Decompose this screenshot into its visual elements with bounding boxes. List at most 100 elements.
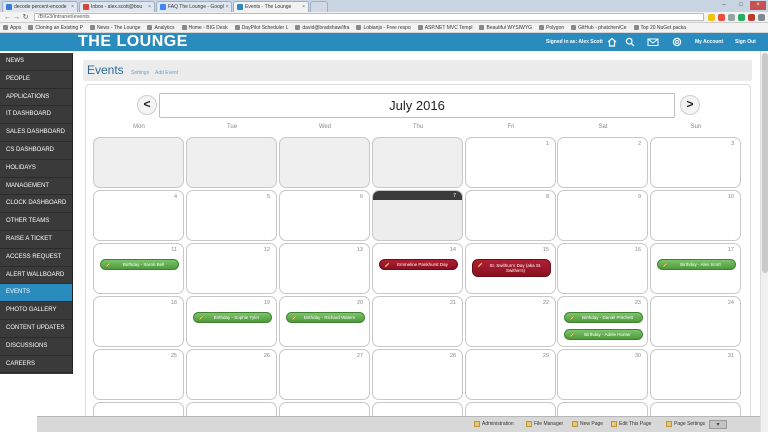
calendar-event[interactable]: Emmeline Pankhurst Day xyxy=(379,259,458,270)
admin-page-settings-button[interactable]: Page Settings xyxy=(666,421,705,427)
calendar-day[interactable]: 26 xyxy=(186,349,277,400)
calendar-event[interactable]: Birthday - Daniel Pritchett xyxy=(564,312,643,323)
calendar-day[interactable]: 14 Emmeline Pankhurst Day xyxy=(372,243,463,294)
sidebar-item-events[interactable]: EVENTS xyxy=(0,284,72,303)
calendar-day[interactable]: 10 xyxy=(650,190,741,241)
bookmark-item[interactable]: GitHub - phatchen/Ce xyxy=(571,25,627,31)
browser-tab[interactable]: Inbox - alex.scott@bou × xyxy=(79,1,155,12)
reload-icon[interactable]: ↻ xyxy=(21,13,30,21)
admin-file-manager-button[interactable]: File Manager xyxy=(526,421,563,427)
calendar-day[interactable]: 19 Birthday - Sophie Tyler xyxy=(186,296,277,347)
minimize-icon[interactable]: – xyxy=(716,1,732,10)
scrollbar-thumb[interactable] xyxy=(762,53,768,273)
calendar-day[interactable]: 12 xyxy=(186,243,277,294)
calendar-day[interactable]: 15 St. Swithun's Day (aka St. Swithin's) xyxy=(465,243,556,294)
calendar-day[interactable]: 1 xyxy=(465,137,556,188)
sidebar-item-it-dashboard[interactable]: IT DASHBOARD xyxy=(0,106,72,125)
my-account-link[interactable]: My Account xyxy=(695,33,723,51)
calendar-day[interactable]: 31 xyxy=(650,349,741,400)
calendar-day[interactable]: 27 xyxy=(279,349,370,400)
page-scrollbar[interactable] xyxy=(760,51,768,432)
sidebar-item-people[interactable]: PEOPLE xyxy=(0,71,72,89)
calendar-day[interactable]: 30 xyxy=(557,349,648,400)
calendar-event[interactable]: Birthday - Sophie Tyler xyxy=(193,312,272,323)
sidebar-item-content-updates[interactable]: CONTENT UPDATES xyxy=(0,320,72,338)
bookmark-item[interactable]: Top 20 NuGet packa xyxy=(633,25,686,31)
extension-icon[interactable] xyxy=(748,13,755,21)
calendar-day[interactable] xyxy=(372,137,463,188)
sidebar-item-discussions[interactable]: DISCUSSIONS xyxy=(0,338,72,356)
calendar-event[interactable]: Birthday - Richard Waters xyxy=(286,312,365,323)
sidebar-item-holidays[interactable]: HOLIDAYS xyxy=(0,160,72,178)
search-icon[interactable] xyxy=(625,37,635,47)
help-lifebuoy-icon[interactable] xyxy=(672,37,682,47)
toolbar-collapse-button[interactable]: ▾ xyxy=(709,420,727,429)
calendar-day[interactable]: 11 Birthday - Sarah Bell xyxy=(93,243,184,294)
bookmark-item[interactable]: News - The Lounge xyxy=(89,25,140,31)
calendar-event[interactable]: St. Swithun's Day (aka St. Swithin's) xyxy=(472,259,551,277)
maximize-icon[interactable]: □ xyxy=(733,1,749,10)
calendar-day[interactable]: 9 xyxy=(557,190,648,241)
calendar-day[interactable]: 6 xyxy=(279,190,370,241)
sidebar-item-sales-dashboard[interactable]: SALES DASHBOARD xyxy=(0,124,72,142)
calendar-event[interactable]: Birthday - Adele Hunter xyxy=(564,329,643,340)
sidebar-item-clock-dashboard[interactable]: CLOCK DASHBOARD xyxy=(0,195,72,214)
calendar-day[interactable]: 2 xyxy=(557,137,648,188)
calendar-day[interactable]: 29 xyxy=(465,349,556,400)
sidebar-item-news[interactable]: NEWS xyxy=(0,53,72,71)
browser-tab-active[interactable]: Events - The Lounge × xyxy=(233,1,309,12)
browser-tab[interactable]: decode percent-encode × xyxy=(2,1,78,12)
extension-icon[interactable] xyxy=(738,13,745,21)
calendar-day[interactable]: 17 Birthday - Alex Scott xyxy=(650,243,741,294)
calendar-day[interactable]: 13 xyxy=(279,243,370,294)
calendar-event[interactable]: Birthday - Alex Scott xyxy=(657,259,736,270)
calendar-day[interactable]: 22 xyxy=(465,296,556,347)
bookmark-item[interactable]: david@bradshaw/ifra xyxy=(295,25,349,31)
sidebar-item-careers[interactable]: CAREERS xyxy=(0,356,72,374)
sidebar-item-access-request[interactable]: ACCESS REQUEST xyxy=(0,249,72,267)
next-month-button[interactable]: > xyxy=(680,95,700,115)
close-window-icon[interactable]: × xyxy=(750,1,766,10)
home-icon[interactable] xyxy=(607,37,617,47)
calendar-day[interactable]: 20 Birthday - Richard Waters xyxy=(279,296,370,347)
bookmark-item[interactable]: Apps xyxy=(3,25,21,31)
calendar-day[interactable] xyxy=(186,137,277,188)
calendar-day[interactable]: 23 Birthday - Daniel Pritchett Birthday - … xyxy=(557,296,648,347)
browser-tab[interactable]: FAQ The Lounge - Googl × xyxy=(156,1,232,12)
sign-out-link[interactable]: Sign Out xyxy=(735,33,756,51)
forward-arrow-icon[interactable]: → xyxy=(12,14,21,21)
sidebar-item-photo-gallery[interactable]: PHOTO GALLERY xyxy=(0,302,72,320)
mail-icon[interactable] xyxy=(647,37,659,47)
close-tab-icon[interactable]: × xyxy=(224,4,229,10)
admin-new-page-button[interactable]: New Page xyxy=(572,421,603,427)
calendar-day[interactable]: 18 xyxy=(93,296,184,347)
add-event-link[interactable]: Add Event xyxy=(155,70,178,76)
bookmark-item[interactable]: Analytics xyxy=(147,25,175,31)
bookmark-item[interactable]: Beautiful WYSIWYG xyxy=(479,25,532,31)
calendar-day[interactable]: 8 xyxy=(465,190,556,241)
calendar-day[interactable] xyxy=(279,137,370,188)
sidebar-item-cs-dashboard[interactable]: CS DASHBOARD xyxy=(0,142,72,160)
bookmark-item[interactable]: Cloning an Existing P xyxy=(28,25,83,31)
calendar-day[interactable]: 5 xyxy=(186,190,277,241)
extension-icon[interactable] xyxy=(718,13,725,21)
sidebar-item-management[interactable]: MANAGEMENT xyxy=(0,178,72,196)
url-input[interactable]: /BIG3/intranet/events xyxy=(34,13,704,21)
sidebar-item-applications[interactable]: APPLICATIONS xyxy=(0,89,72,107)
bookmark-item[interactable]: Lobianjs - Free respo xyxy=(356,25,411,31)
site-logo[interactable]: THE LOUNGE xyxy=(78,33,188,51)
close-tab-icon[interactable]: × xyxy=(69,4,74,10)
extension-icon[interactable] xyxy=(728,13,735,21)
close-tab-icon[interactable]: × xyxy=(300,4,305,10)
settings-link[interactable]: Settings xyxy=(131,70,149,76)
prev-month-button[interactable]: < xyxy=(137,95,157,115)
bookmark-item[interactable]: Home - BIG Desk xyxy=(181,25,228,31)
calendar-day[interactable]: 16 xyxy=(557,243,648,294)
calendar-day[interactable]: 24 xyxy=(650,296,741,347)
calendar-day[interactable]: 4 xyxy=(93,190,184,241)
calendar-event[interactable]: Birthday - Sarah Bell xyxy=(100,259,179,270)
bookmark-item[interactable]: ASP.NET MVC Templ xyxy=(417,25,472,31)
admin-administration-button[interactable]: Administration xyxy=(474,421,514,427)
bookmark-item[interactable]: DayPilot Scheduler L xyxy=(234,25,288,31)
star-icon[interactable] xyxy=(708,13,715,21)
